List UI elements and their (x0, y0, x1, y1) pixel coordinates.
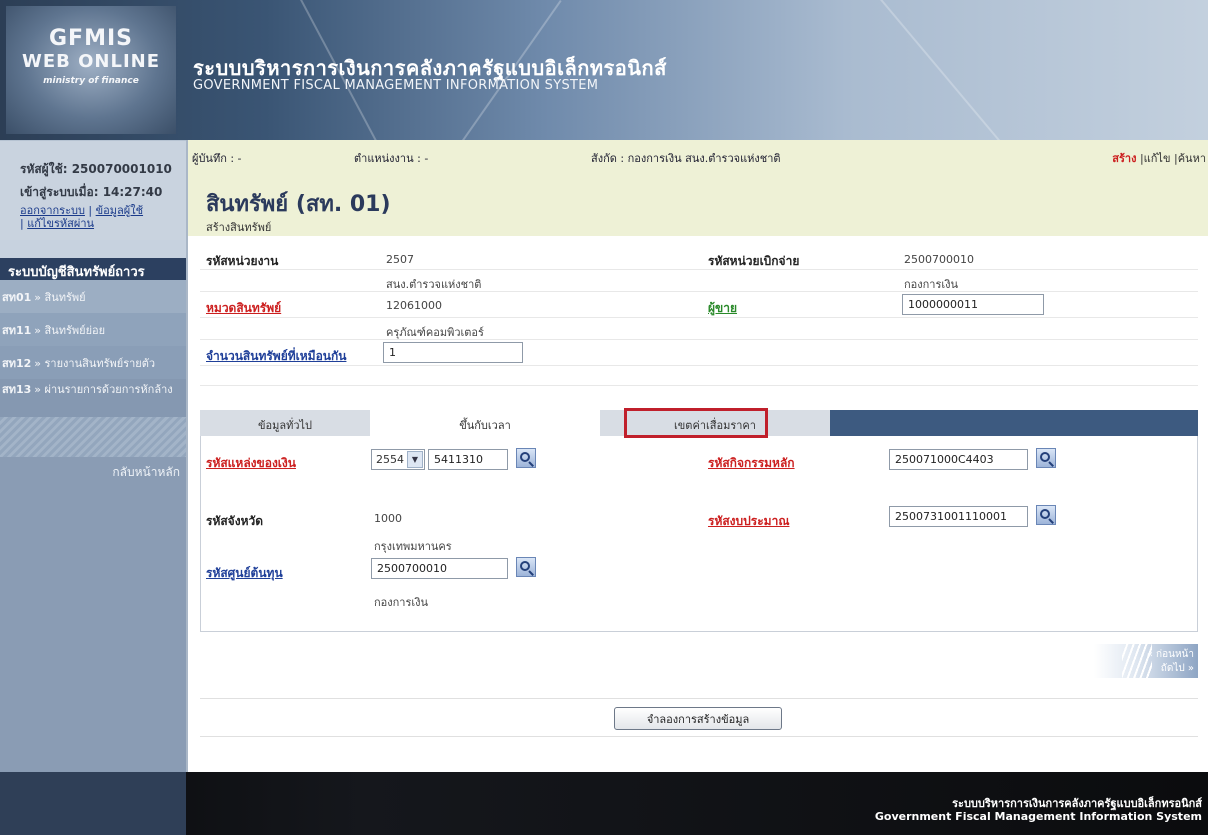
main-content: ผู้บันทึก : - ตำแหน่งงาน : - สังกัด : กอ… (186, 140, 1208, 772)
main-activity-link[interactable]: รหัสกิจกรรมหลัก (708, 454, 795, 473)
magnifier-icon[interactable] (516, 557, 536, 577)
menu-code: สท12 (2, 356, 32, 370)
change-password-link[interactable]: แก้ไขรหัสผ่าน (27, 217, 94, 230)
asset-category-code: 12061000 (386, 299, 442, 312)
disbursement-unit-label: รหัสหน่วยเบิกจ่าย (708, 254, 800, 268)
tab-general[interactable]: ข้อมูลทั่วไป (200, 410, 370, 436)
menu-code: สท01 (2, 290, 32, 304)
fund-code-input[interactable] (428, 449, 508, 470)
province-code: 1000 (374, 512, 402, 525)
menu-title: ระบบบัญชีสินทรัพย์ถาวร (0, 258, 186, 280)
sidebar-item-asset-report[interactable]: สท12 » รายงานสินทรัพย์รายตัว (0, 346, 186, 379)
divider (200, 736, 1198, 737)
system-title-en: GOVERNMENT FISCAL MANAGEMENT INFORMATION… (193, 78, 599, 93)
menu-divider (0, 417, 186, 457)
logout-link[interactable]: ออกจากระบบ (20, 204, 85, 217)
page-navigator: « ก่อนหน้า ถัดไป » (1094, 644, 1198, 678)
logo-text: WEB ONLINE (21, 51, 161, 72)
cost-center-link[interactable]: รหัสศูนย์ต้นทุน (206, 564, 283, 583)
magnifier-icon[interactable] (516, 448, 536, 468)
recorder-label: ผู้บันทึก : - (192, 152, 242, 165)
budget-code-input[interactable] (889, 506, 1028, 527)
magnifier-icon[interactable] (1036, 505, 1056, 525)
asset-category-name: ครุภัณฑ์คอมพิวเตอร์ (386, 326, 484, 339)
similar-assets-input[interactable] (383, 342, 523, 363)
next-link[interactable]: ถัดไป » (1161, 661, 1194, 676)
menu-code: สท13 (2, 383, 32, 396)
mode-actions: สร้าง |แก้ไข |ค้นหา (1112, 152, 1206, 165)
vendor-input[interactable] (902, 294, 1044, 315)
form-row: หมวดสินทรัพย์ 12061000 ผู้ขาย (200, 292, 1198, 318)
user-info-panel: รหัสผู้ใช้: 250070001010 เข้าสู่ระบบเมื่… (0, 140, 186, 240)
sidebar-item-clearing[interactable]: สท13» ผ่านรายการด้วยการหักล้าง (0, 379, 186, 417)
logo-text: GFMIS (48, 26, 133, 51)
sidebar: รหัสผู้ใช้: 250070001010 เข้าสู่ระบบเมื่… (0, 140, 186, 772)
form-row: รหัสหน่วยงาน 2507 รหัสหน่วยเบิกจ่าย 2500… (200, 248, 1198, 270)
position-label: ตำแหน่งงาน : - (354, 152, 429, 165)
simulate-create-button[interactable]: จำลองการสร้างข้อมูล (614, 707, 782, 730)
form-row: ครุภัณฑ์คอมพิวเตอร์ (200, 318, 1198, 340)
header-decoration (880, 0, 1049, 140)
logo-subtext: ministry of finance (43, 76, 139, 86)
fund-year-select[interactable]: 2554 ▼ (371, 449, 425, 470)
user-links: ออกจากระบบ | ข้อมูลผู้ใช้ | แก้ไขรหัสผ่าน (20, 204, 144, 230)
divider (200, 698, 1198, 699)
province-name: กรุงเทพมหานคร (374, 540, 452, 553)
create-link[interactable]: สร้าง (1112, 152, 1136, 165)
home-link[interactable]: กลับหน้าหลัก (0, 457, 186, 487)
menu-label: » รายงานสินทรัพย์รายตัว (34, 356, 156, 370)
app-header: GFMIS WEB ONLINE ministry of finance ระบ… (0, 0, 1208, 140)
asset-category-link[interactable]: หมวดสินทรัพย์ (206, 299, 281, 318)
magnifier-icon[interactable] (1036, 448, 1056, 468)
tab-bar: ข้อมูลทั่วไป ขึ้นกับเวลา เขตค่าเสื่อมราค… (200, 410, 1198, 436)
gfmis-logo: GFMIS WEB ONLINE ministry of finance (6, 6, 176, 134)
app-footer: ระบบบริหารการเงินการคลังภาครัฐแบบอิเล็กท… (0, 772, 1208, 835)
fund-year-value: 2554 (376, 453, 404, 466)
tab-time-dependent[interactable]: ขึ้นกับเวลา (370, 410, 600, 436)
agency-code: 2507 (386, 253, 414, 266)
sidebar-item-asset[interactable]: สท01 » สินทรัพย์ (0, 280, 186, 313)
title-bar: สินทรัพย์ (สท. 01) สร้างสินทรัพย์ (188, 166, 1208, 236)
form-row-empty (200, 366, 1198, 386)
info-bar: ผู้บันทึก : - ตำแหน่งงาน : - สังกัด : กอ… (188, 140, 1208, 166)
prev-link[interactable]: « ก่อนหน้า (1147, 647, 1194, 662)
form-row: สนง.ตำรวจแห่งชาติ กองการเงิน (200, 270, 1198, 292)
cost-center-name: กองการเงิน (374, 596, 429, 609)
agency-label: รหัสหน่วยงาน (206, 254, 279, 268)
user-info-link[interactable]: ข้อมูลผู้ใช้ (96, 204, 143, 217)
menu-label: » สินทรัพย์ย่อย (34, 323, 106, 337)
login-time: เข้าสู่ระบบเมื่อ: 14:27:40 (20, 185, 163, 199)
page-subtitle: สร้างสินทรัพย์ (206, 221, 272, 234)
page-title: สินทรัพย์ (สท. 01) (206, 192, 391, 217)
menu-label: » สินทรัพย์ (34, 290, 86, 304)
similar-assets-link[interactable]: จำนวนสินทรัพย์ที่เหมือนกัน (206, 347, 346, 366)
search-link[interactable]: ค้นหา (1178, 152, 1206, 165)
vendor-link[interactable]: ผู้ขาย (708, 299, 737, 318)
fund-source-link[interactable]: รหัสแหล่งของเงิน (206, 454, 296, 473)
province-label: รหัสจังหวัด (206, 514, 264, 528)
tab-depreciation[interactable]: เขตค่าเสื่อมราคา (600, 410, 830, 436)
menu-label: » ผ่านรายการด้วยการหักล้าง (34, 383, 173, 396)
cost-center-input[interactable] (371, 558, 508, 579)
form-row: จำนวนสินทรัพย์ที่เหมือนกัน (200, 340, 1198, 366)
sidebar-filler (0, 487, 186, 772)
footer-left-block (0, 772, 186, 835)
main-activity-input[interactable] (889, 449, 1028, 470)
affiliation-label: สังกัด : กองการเงิน สนง.ตำรวจแห่งชาติ (591, 152, 781, 165)
disbursement-unit-name: กองการเงิน (904, 278, 959, 291)
agency-name: สนง.ตำรวจแห่งชาติ (386, 278, 482, 291)
budget-code-link[interactable]: รหัสงบประมาณ (708, 512, 789, 531)
chevron-down-icon: ▼ (407, 451, 423, 468)
user-id: รหัสผู้ใช้: 250070001010 (20, 162, 172, 176)
sidebar-item-sub-asset[interactable]: สท11 » สินทรัพย์ย่อย (0, 313, 186, 346)
footer-title-en: Government Fiscal Management Information… (874, 810, 1202, 823)
edit-link[interactable]: แก้ไข (1144, 152, 1171, 165)
menu-code: สท11 (2, 323, 32, 337)
disbursement-unit-code: 2500700010 (904, 253, 974, 266)
